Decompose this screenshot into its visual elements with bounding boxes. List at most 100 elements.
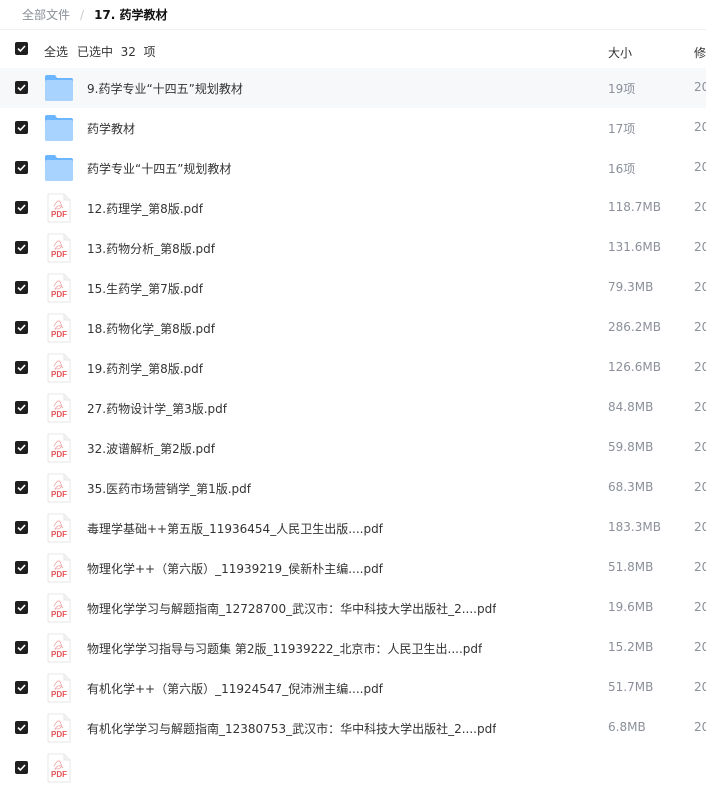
file-size: 17项 [608,122,636,136]
pdf-file-icon[interactable]: PDF [44,433,74,463]
file-row[interactable]: 9.药学专业“十四五”规划教材 19项 20 [0,68,706,108]
pdf-file-icon[interactable]: PDF [44,713,74,743]
row-checkbox[interactable] [15,81,28,94]
file-modified-date: 20 [694,320,706,334]
file-row[interactable]: 药学专业“十四五”规划教材 16项 20 [0,148,706,188]
file-row[interactable]: PDF 19.药剂学_第8版.pdf 126.6MB 20 [0,348,706,388]
file-size: 183.3MB [608,520,661,534]
row-checkbox[interactable] [15,201,28,214]
row-checkbox[interactable] [15,521,28,534]
file-row[interactable]: PDF 有机化学学习与解题指南_12380753_武汉市：华中科技大学出版社_2… [0,708,706,748]
folder-icon [45,155,73,181]
column-header-modified[interactable]: 修 [694,44,706,61]
pdf-file-icon: PDF [47,433,71,463]
row-checkbox[interactable] [15,721,28,734]
pdf-file-icon: PDF [47,233,71,263]
svg-text:PDF: PDF [51,530,67,539]
pdf-file-icon[interactable]: PDF [44,233,74,263]
pdf-file-icon[interactable]: PDF [44,193,74,223]
pdf-file-icon: PDF [47,713,71,743]
svg-text:PDF: PDF [51,730,67,739]
pdf-file-icon[interactable]: PDF [44,593,74,623]
file-row[interactable]: PDF 32.波谱解析_第2版.pdf 59.8MB 20 [0,428,706,468]
file-name[interactable]: 有机化学学习与解题指南_12380753_武汉市：华中科技大学出版社_2....… [87,720,496,737]
pdf-file-icon[interactable]: PDF [44,473,74,503]
row-checkbox[interactable] [15,281,28,294]
file-name[interactable]: 药学专业“十四五”规划教材 [87,160,231,177]
checkbox-checked-icon [17,764,26,772]
row-checkbox[interactable] [15,761,28,774]
selected-count-label: 已选中 32 项 [77,45,156,59]
breadcrumb-root-link[interactable]: 全部文件 [22,6,70,23]
file-name[interactable]: 19.药剂学_第8版.pdf [87,360,203,377]
file-name[interactable]: 32.波谱解析_第2版.pdf [87,440,215,457]
row-checkbox[interactable] [15,401,28,414]
file-name[interactable]: 物理化学++（第六版）_11939219_侯新朴主编....pdf [87,560,383,577]
file-modified-date: 20 [694,720,706,734]
row-checkbox[interactable] [15,561,28,574]
file-size: 51.7MB [608,680,654,694]
file-name[interactable]: 18.药物化学_第8版.pdf [87,320,215,337]
svg-text:PDF: PDF [51,330,67,339]
file-name[interactable]: 物理化学学习指导与习题集 第2版_11939222_北京市：人民卫生出....p… [87,640,482,657]
file-name[interactable]: 毒理学基础++第五版_11936454_人民卫生出版....pdf [87,520,383,537]
pdf-file-icon[interactable]: PDF [44,393,74,423]
pdf-file-icon[interactable]: PDF [44,273,74,303]
file-name[interactable]: 13.药物分析_第8版.pdf [87,240,215,257]
folder-icon[interactable] [44,73,74,103]
pdf-file-icon: PDF [47,393,71,423]
file-name[interactable]: 35.医药市场营销学_第1版.pdf [87,480,251,497]
select-all-label[interactable]: 全选 [44,43,68,60]
file-row[interactable]: PDF 毒理学基础++第五版_11936454_人民卫生出版....pdf 18… [0,508,706,548]
folder-icon[interactable] [44,113,74,143]
row-checkbox[interactable] [15,161,28,174]
file-row[interactable]: PDF 12.药理学_第8版.pdf 118.7MB 20 [0,188,706,228]
file-row[interactable]: PDF 18.药物化学_第8版.pdf 286.2MB 20 [0,308,706,348]
column-header-size[interactable]: 大小 [608,44,632,61]
checkbox-checked-icon [17,164,26,172]
row-checkbox[interactable] [15,441,28,454]
svg-text:PDF: PDF [51,570,67,579]
file-row[interactable]: PDF 27.药物设计学_第3版.pdf 84.8MB 20 [0,388,706,428]
row-checkbox[interactable] [15,121,28,134]
pdf-file-icon[interactable]: PDF [44,513,74,543]
file-row[interactable]: PDF 15.生药学_第7版.pdf 79.3MB 20 [0,268,706,308]
file-row[interactable]: PDF 有机化学++（第六版）_11924547_倪沛洲主编....pdf 51… [0,668,706,708]
file-row[interactable]: PDF 13.药物分析_第8版.pdf 131.6MB 20 [0,228,706,268]
row-checkbox[interactable] [15,641,28,654]
file-name[interactable]: 药学教材 [87,120,135,137]
checkbox-checked-icon [17,564,26,572]
row-checkbox[interactable] [15,241,28,254]
file-name[interactable]: 物理化学学习与解题指南_12728700_武汉市：华中科技大学出版社_2....… [87,600,496,617]
file-modified-date: 20 [694,120,706,134]
row-checkbox[interactable] [15,481,28,494]
file-name[interactable]: 15.生药学_第7版.pdf [87,280,203,297]
file-size: 19.6MB [608,600,654,614]
file-row[interactable]: 药学教材 17项 20 [0,108,706,148]
pdf-file-icon[interactable]: PDF [44,353,74,383]
pdf-file-icon[interactable]: PDF [44,313,74,343]
pdf-file-icon[interactable]: PDF [44,553,74,583]
svg-text:PDF: PDF [51,770,67,779]
row-checkbox[interactable] [15,681,28,694]
file-row[interactable]: PDF 物理化学++（第六版）_11939219_侯新朴主编....pdf 51… [0,548,706,588]
pdf-file-icon[interactable]: PDF [44,633,74,663]
file-name[interactable]: 12.药理学_第8版.pdf [87,200,203,217]
pdf-file-icon[interactable]: PDF [44,673,74,703]
file-row[interactable]: PDF [0,748,706,788]
breadcrumb-current: 17. 药学教材 [94,8,168,22]
select-all-checkbox[interactable] [15,42,28,55]
file-size: 51.8MB [608,560,654,574]
row-checkbox[interactable] [15,361,28,374]
file-name[interactable]: 9.药学专业“十四五”规划教材 [87,80,243,97]
row-checkbox[interactable] [15,321,28,334]
file-name[interactable]: 有机化学++（第六版）_11924547_倪沛洲主编....pdf [87,680,383,697]
folder-icon[interactable] [44,153,74,183]
row-checkbox[interactable] [15,601,28,614]
file-row[interactable]: PDF 物理化学学习指导与习题集 第2版_11939222_北京市：人民卫生出.… [0,628,706,668]
file-row[interactable]: PDF 物理化学学习与解题指南_12728700_武汉市：华中科技大学出版社_2… [0,588,706,628]
file-modified-date: 20 [694,480,706,494]
file-size: 79.3MB [608,280,654,294]
file-name[interactable]: 27.药物设计学_第3版.pdf [87,400,227,417]
file-row[interactable]: PDF 35.医药市场营销学_第1版.pdf 68.3MB 20 [0,468,706,508]
